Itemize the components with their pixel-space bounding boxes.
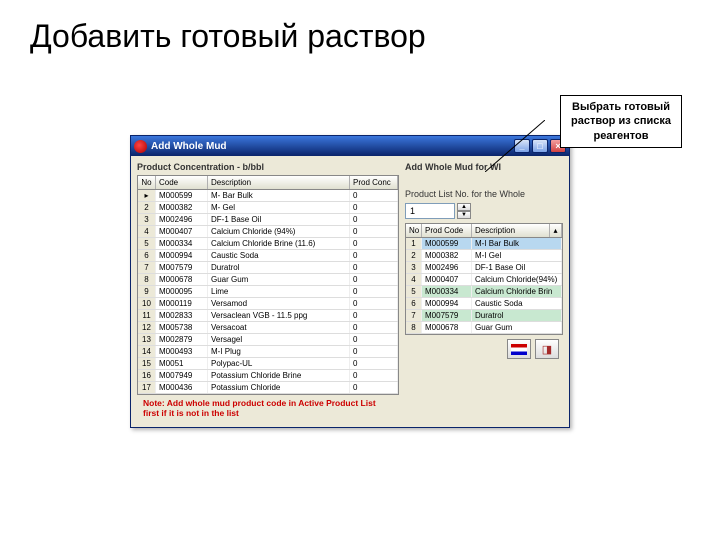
col-conc[interactable]: Prod Conc xyxy=(350,176,398,189)
callout-connector xyxy=(485,120,545,172)
col-code[interactable]: Code xyxy=(156,176,208,189)
table-row[interactable]: 12M005738Versacoat0 xyxy=(138,322,398,334)
left-pane-label: Product Concentration - b/bbl xyxy=(137,162,399,172)
left-pane: Product Concentration - b/bbl No Code De… xyxy=(137,162,399,421)
col-no[interactable]: No xyxy=(138,176,156,189)
table-row[interactable]: 6M000994Caustic Soda xyxy=(406,298,562,310)
note-text: Note: Add whole mud product code in Acti… xyxy=(137,395,399,421)
table-row[interactable]: ▸M000599M- Bar Bulk0 xyxy=(138,190,398,202)
callout-line1: Выбрать готовый xyxy=(571,100,671,114)
scroll-up-icon[interactable]: ▴ xyxy=(550,224,562,237)
table-row[interactable]: 8M000678Guar Gum0 xyxy=(138,274,398,286)
right-grid[interactable]: No Prod Code Description ▴ 1M000599M-I B… xyxy=(405,223,563,335)
table-row[interactable]: 5M000334Calcium Chloride Brine (11.6)0 xyxy=(138,238,398,250)
table-row[interactable]: 10M000119Versamod0 xyxy=(138,298,398,310)
list-no-input[interactable]: 1 xyxy=(405,203,455,219)
stepper-up-icon[interactable]: ▲ xyxy=(457,203,471,211)
stepper[interactable]: ▲ ▼ xyxy=(457,203,471,219)
table-row[interactable]: 16M007949Potassium Chloride Brine0 xyxy=(138,370,398,382)
flag-button[interactable] xyxy=(507,339,531,359)
callout-line3: реагентов xyxy=(571,129,671,143)
table-row[interactable]: 4M000407Calcium Chloride (94%)0 xyxy=(138,226,398,238)
col-desc[interactable]: Description xyxy=(208,176,350,189)
door-icon: ◨ xyxy=(542,343,552,356)
table-row[interactable]: 7M007579Duratrol0 xyxy=(138,262,398,274)
slide-title: Добавить готовый раствор xyxy=(0,0,720,73)
app-window: Add Whole Mud _ □ × Product Concentratio… xyxy=(130,135,570,428)
table-row[interactable]: 15M0051Polypac-UL0 xyxy=(138,358,398,370)
app-icon xyxy=(134,140,147,153)
stepper-down-icon[interactable]: ▼ xyxy=(457,211,471,219)
table-row[interactable]: 5M000334Calcium Chloride Brin xyxy=(406,286,562,298)
left-grid[interactable]: No Code Description Prod Conc ▸M000599M-… xyxy=(137,175,399,395)
table-row[interactable]: 17M000436Potassium Chloride0 xyxy=(138,382,398,394)
table-row[interactable]: 13M002879Versagel0 xyxy=(138,334,398,346)
table-row[interactable]: 3M002496DF-1 Base Oil xyxy=(406,262,562,274)
right-grid-header: No Prod Code Description ▴ xyxy=(406,224,562,238)
table-row[interactable]: 3M002496DF-1 Base Oil0 xyxy=(138,214,398,226)
table-row[interactable]: 14M000493M-I Plug0 xyxy=(138,346,398,358)
table-row[interactable]: 9M000095Lime0 xyxy=(138,286,398,298)
flag-icon xyxy=(511,344,527,355)
rcol-code[interactable]: Prod Code xyxy=(422,224,472,237)
table-row[interactable]: 2M000382M- Gel0 xyxy=(138,202,398,214)
right-pane: Add Whole Mud for WI Product List No. fo… xyxy=(405,162,563,421)
callout-box: Выбрать готовый раствор из списка реаген… xyxy=(560,95,682,148)
right-sublabel: Product List No. for the Whole xyxy=(405,189,563,199)
table-row[interactable]: 8M000678Guar Gum xyxy=(406,322,562,334)
callout-line2: раствор из списка xyxy=(571,114,671,128)
window-title: Add Whole Mud xyxy=(151,141,514,152)
rcol-desc[interactable]: Description xyxy=(472,224,550,237)
table-row[interactable]: 1M000599M-I Bar Bulk xyxy=(406,238,562,250)
table-row[interactable]: 2M000382M-I Gel xyxy=(406,250,562,262)
left-grid-header: No Code Description Prod Conc xyxy=(138,176,398,190)
table-row[interactable]: 11M002833Versaclean VGB - 11.5 ppg0 xyxy=(138,310,398,322)
exit-button[interactable]: ◨ xyxy=(535,339,559,359)
table-row[interactable]: 6M000994Caustic Soda0 xyxy=(138,250,398,262)
table-row[interactable]: 4M000407Calcium Chloride(94%) xyxy=(406,274,562,286)
rcol-no[interactable]: No xyxy=(406,224,422,237)
table-row[interactable]: 7M007579Duratrol xyxy=(406,310,562,322)
